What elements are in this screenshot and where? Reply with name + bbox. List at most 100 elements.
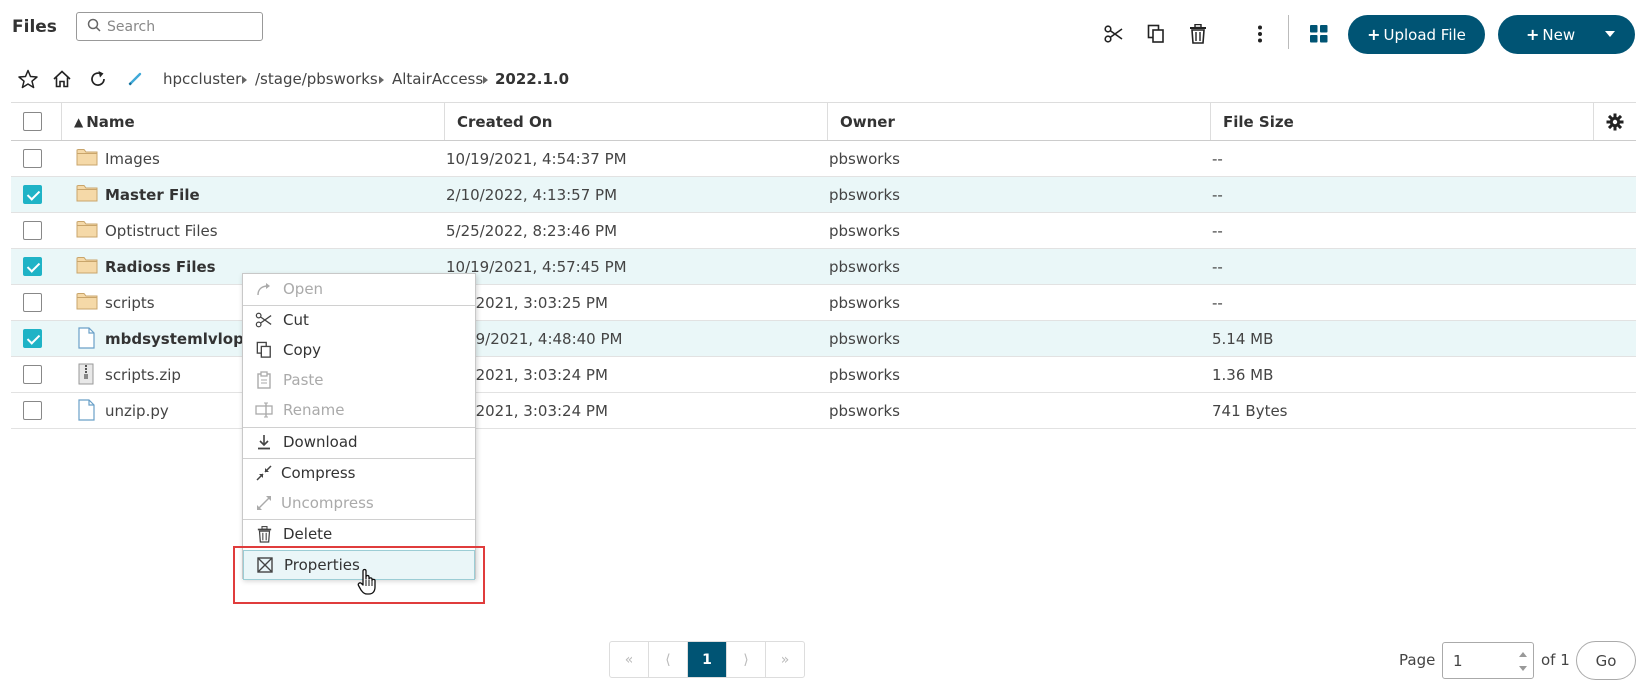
created-on: 10/19/2021, 4:54:37 PM — [446, 150, 627, 168]
breadcrumb-chevron-icon — [242, 76, 247, 84]
caret-down-icon[interactable] — [1605, 31, 1615, 37]
grid-view-icon[interactable] — [1308, 23, 1330, 45]
file-size: 1.36 MB — [1212, 366, 1274, 384]
menu-item-rename[interactable]: Rename — [243, 396, 475, 424]
next-page-button[interactable]: ⟩ — [727, 642, 766, 677]
owner: pbsworks — [829, 150, 900, 168]
menu-item-cut[interactable]: Cut — [243, 306, 475, 334]
go-button[interactable]: Go — [1576, 641, 1636, 680]
created-on: 5/25/2022, 8:23:46 PM — [446, 222, 618, 240]
file-size: 741 Bytes — [1212, 402, 1288, 420]
row-checkbox[interactable] — [23, 185, 42, 204]
file-name[interactable]: Master File — [105, 177, 425, 213]
star-icon[interactable] — [17, 68, 39, 90]
page-1-button[interactable]: 1 — [688, 642, 727, 677]
home-icon[interactable] — [51, 68, 73, 90]
created-on: …7/2021, 3:03:24 PM — [446, 366, 608, 384]
row-checkbox[interactable] — [23, 149, 42, 168]
folder-icon — [76, 291, 98, 313]
spin-up-icon[interactable] — [1519, 652, 1527, 657]
owner: pbsworks — [829, 222, 900, 240]
open-icon — [255, 280, 273, 298]
file-name[interactable]: Images — [105, 141, 425, 177]
column-header-owner[interactable]: Owner — [827, 103, 1210, 140]
created-on: 2/10/2022, 4:13:57 PM — [446, 186, 618, 204]
row-checkbox[interactable] — [23, 329, 42, 348]
last-page-button[interactable]: » — [766, 642, 804, 677]
folder-icon — [76, 147, 98, 169]
search-input[interactable] — [105, 17, 259, 36]
refresh-icon[interactable] — [87, 68, 109, 90]
table-row[interactable]: Optistruct Files 5/25/2022, 8:23:46 PM pbs… — [11, 213, 1636, 249]
row-checkbox[interactable] — [23, 221, 42, 240]
row-checkbox[interactable] — [23, 293, 42, 312]
file-icon — [76, 399, 98, 421]
file-name[interactable]: Optistruct Files — [105, 213, 425, 249]
copy-icon[interactable] — [1145, 23, 1167, 45]
prev-page-button[interactable]: ⟨ — [649, 642, 688, 677]
menu-item-open[interactable]: Open — [243, 275, 475, 303]
owner: pbsworks — [829, 294, 900, 312]
search-box[interactable] — [76, 12, 263, 41]
sort-asc-icon: ▲ — [74, 114, 84, 129]
pagination: « ⟨ 1 ⟩ » — [609, 641, 805, 678]
file-size: -- — [1212, 150, 1223, 168]
menu-item-compress[interactable]: Compress — [243, 459, 475, 487]
created-on: …/19/2021, 4:48:40 PM — [446, 330, 623, 348]
toolbar-divider — [1288, 15, 1289, 49]
breadcrumb-chevron-icon — [483, 76, 488, 84]
file-size: -- — [1212, 186, 1223, 204]
first-page-button[interactable]: « — [610, 642, 649, 677]
menu-item-download[interactable]: Download — [243, 428, 475, 456]
delete-icon — [255, 525, 273, 543]
download-icon — [255, 433, 273, 451]
search-icon — [87, 18, 101, 36]
column-header-created[interactable]: Created On — [444, 103, 827, 140]
column-header-size[interactable]: File Size — [1210, 103, 1593, 140]
folder-icon — [76, 183, 98, 205]
upload-file-button[interactable]: + Upload File — [1348, 15, 1485, 54]
menu-item-uncompress[interactable]: Uncompress — [243, 489, 475, 517]
cut-icon[interactable] — [1103, 23, 1125, 45]
file-size: -- — [1212, 294, 1223, 312]
cut-icon — [255, 311, 273, 329]
row-checkbox[interactable] — [23, 401, 42, 420]
folder-icon — [76, 219, 98, 241]
rename-icon — [255, 401, 273, 419]
new-button[interactable]: + New — [1498, 15, 1635, 54]
breadcrumb-item-stage[interactable]: /stage/pbsworks — [255, 70, 378, 88]
plus-icon: + — [1526, 25, 1540, 44]
menu-item-copy[interactable]: Copy — [243, 336, 475, 364]
created-on: 10/19/2021, 4:57:45 PM — [446, 258, 627, 276]
row-checkbox[interactable] — [23, 257, 42, 276]
paste-icon — [255, 371, 273, 389]
spin-down-icon[interactable] — [1519, 666, 1527, 671]
breadcrumb-current: 2022.1.0 — [495, 70, 570, 88]
column-header-name[interactable]: ▲ Name — [61, 103, 444, 140]
hand-cursor-icon — [357, 568, 379, 600]
copy-icon — [255, 341, 273, 359]
context-menu: Open Cut Copy Paste Rename Download Comp… — [242, 273, 476, 580]
menu-item-paste[interactable]: Paste — [243, 366, 475, 394]
table-row[interactable]: Images 10/19/2021, 4:54:37 PM pbsworks -- — [11, 141, 1636, 177]
row-checkbox[interactable] — [23, 365, 42, 384]
more-vert-icon[interactable] — [1249, 23, 1271, 45]
table-row[interactable]: Master File 2/10/2022, 4:13:57 PM pbsworks… — [11, 177, 1636, 213]
breadcrumb-item-hpccluster[interactable]: hpccluster — [163, 70, 241, 88]
breadcrumb-item-altairaccess[interactable]: AltairAccess — [392, 70, 483, 88]
page-number-field[interactable] — [1442, 642, 1534, 679]
page-number-input[interactable] — [1451, 650, 1515, 671]
delete-icon[interactable] — [1187, 23, 1209, 45]
uncompress-icon — [255, 494, 273, 512]
compress-icon — [255, 464, 273, 482]
breadcrumb-chevron-icon — [379, 76, 384, 84]
plus-icon: + — [1367, 25, 1381, 44]
created-on: …7/2021, 3:03:25 PM — [446, 294, 608, 312]
menu-item-delete[interactable]: Delete — [243, 520, 475, 548]
column-settings-icon[interactable] — [1593, 103, 1636, 140]
folder-icon — [76, 255, 98, 277]
edit-path-icon[interactable] — [124, 68, 146, 90]
table-header: ▲ Name Created On Owner File Size — [11, 102, 1636, 141]
select-all-checkbox[interactable] — [23, 112, 42, 131]
owner: pbsworks — [829, 366, 900, 384]
